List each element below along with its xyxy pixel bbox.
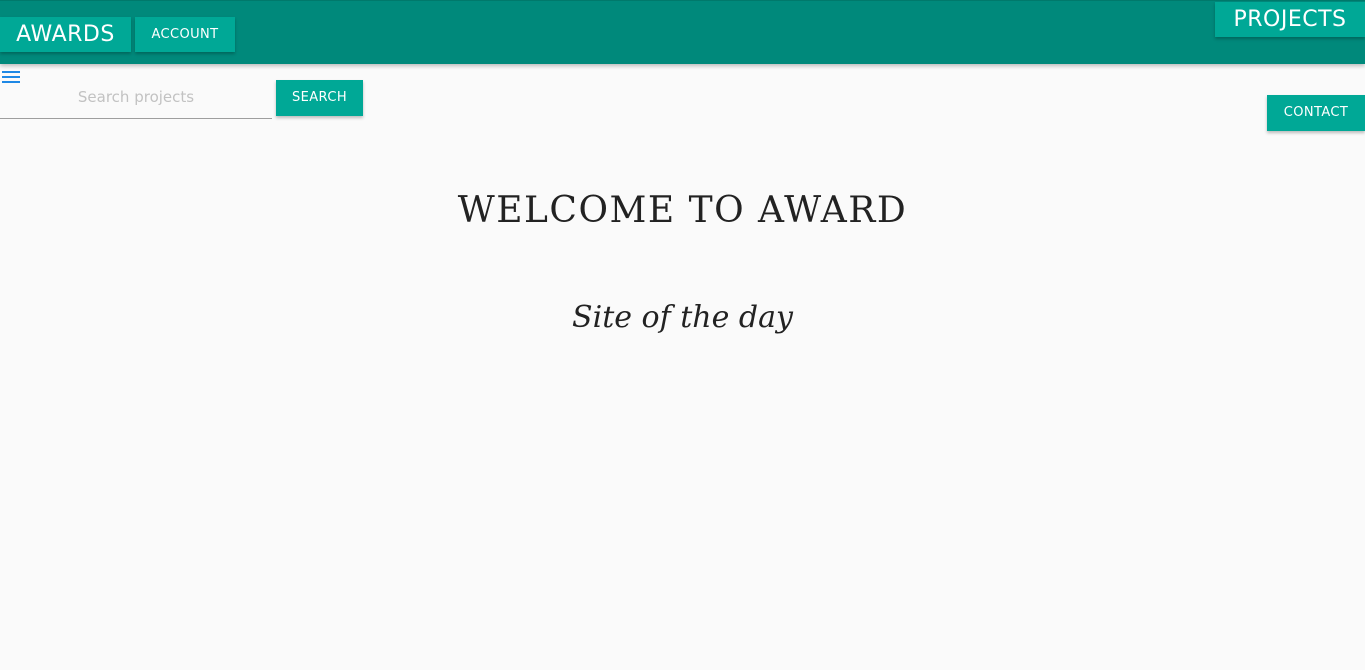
search-button[interactable]: SEARCH xyxy=(276,80,363,116)
search-input[interactable] xyxy=(0,76,272,119)
account-button[interactable]: ACCOUNT xyxy=(135,17,235,52)
top-navbar: AWARDS ACCOUNT PROJECTS xyxy=(0,0,1365,64)
page-title: WELCOME TO AWARD xyxy=(457,190,908,231)
projects-button[interactable]: PROJECTS xyxy=(1215,2,1365,37)
site-of-the-day-heading: Site of the day xyxy=(572,300,793,335)
contact-button[interactable]: CONTACT xyxy=(1267,95,1365,131)
awards-brand-button[interactable]: AWARDS xyxy=(0,17,131,52)
